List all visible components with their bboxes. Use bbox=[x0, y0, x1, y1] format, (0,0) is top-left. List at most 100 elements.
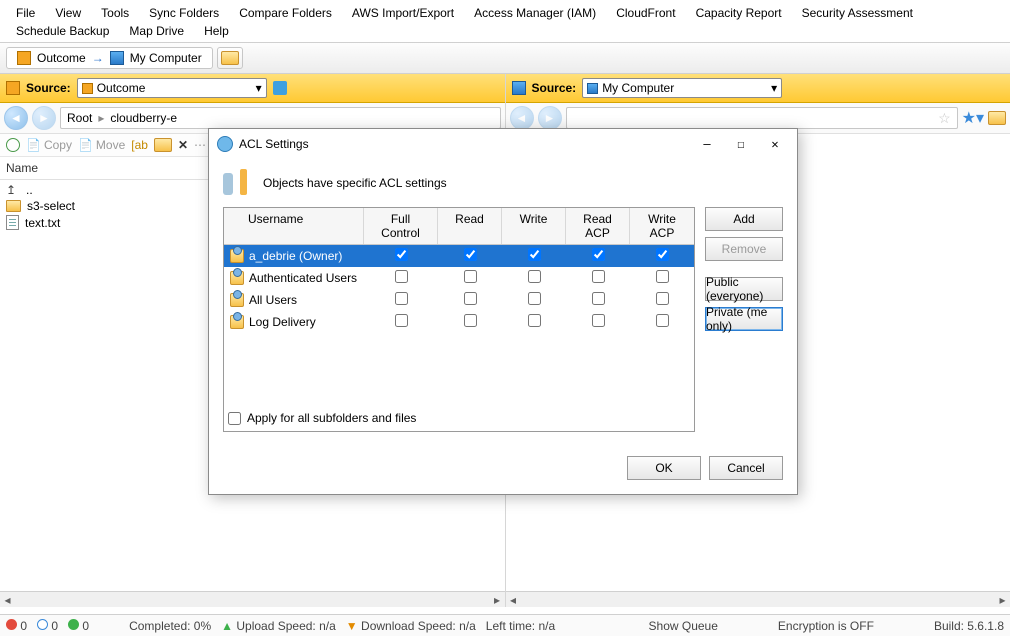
col-write[interactable]: Write bbox=[502, 208, 566, 244]
refresh-button[interactable] bbox=[6, 138, 20, 152]
menu-help[interactable]: Help bbox=[194, 22, 239, 40]
left-time: Left time: n/a bbox=[486, 619, 555, 633]
back-button[interactable]: ◄ bbox=[4, 106, 28, 130]
up-icon: ↥ bbox=[6, 183, 20, 197]
menu-schedule-backup[interactable]: Schedule Backup bbox=[6, 22, 119, 40]
up-label: .. bbox=[26, 183, 33, 197]
bucket-icon bbox=[6, 81, 20, 95]
h-scrollbar-left[interactable]: ◂▸ bbox=[0, 591, 505, 607]
menu-aws-import-export[interactable]: AWS Import/Export bbox=[342, 4, 464, 22]
forward-button[interactable]: ► bbox=[538, 106, 562, 130]
acl-row[interactable]: a_debrie (Owner) bbox=[224, 245, 694, 267]
tab-label-2: My Computer bbox=[130, 51, 202, 65]
acl-checkbox[interactable] bbox=[528, 270, 541, 283]
source-select-left[interactable]: Outcome ▾ bbox=[77, 78, 267, 98]
acl-checkbox[interactable] bbox=[656, 248, 669, 261]
acl-checkbox[interactable] bbox=[464, 248, 477, 261]
pending-count[interactable]: 0 bbox=[37, 619, 58, 633]
acl-checkbox[interactable] bbox=[592, 292, 605, 305]
acl-settings-dialog: ACL Settings ― ☐ ✕ Objects have specific… bbox=[208, 128, 798, 495]
favorite-icon[interactable]: ☆ bbox=[938, 110, 951, 127]
pc-icon bbox=[110, 51, 124, 65]
add-button[interactable]: Add bbox=[705, 207, 783, 231]
user-icon bbox=[230, 249, 244, 263]
breadcrumb-current[interactable]: cloudberry-e bbox=[110, 111, 177, 125]
remove-button[interactable]: Remove bbox=[705, 237, 783, 261]
menu-capacity-report[interactable]: Capacity Report bbox=[686, 4, 792, 22]
menu-access-manager-iam-[interactable]: Access Manager (IAM) bbox=[464, 4, 606, 22]
ok-button[interactable]: OK bbox=[627, 456, 701, 480]
menu-compare-folders[interactable]: Compare Folders bbox=[229, 4, 342, 22]
col-read-acp[interactable]: Read ACP bbox=[566, 208, 630, 244]
acl-checkbox[interactable] bbox=[395, 248, 408, 261]
acl-checkbox[interactable] bbox=[464, 292, 477, 305]
acl-checkbox[interactable] bbox=[592, 314, 605, 327]
dialog-info-text: Objects have specific ACL settings bbox=[263, 176, 447, 190]
acl-checkbox[interactable] bbox=[592, 248, 605, 261]
apply-subfolders-checkbox[interactable] bbox=[228, 412, 241, 425]
acl-row[interactable]: All Users bbox=[224, 289, 694, 311]
move-button[interactable]: 📄 Move bbox=[78, 138, 125, 152]
menu-view[interactable]: View bbox=[45, 4, 91, 22]
acl-row[interactable]: Authenticated Users bbox=[224, 267, 694, 289]
tab-outcome[interactable]: Outcome → My Computer bbox=[6, 47, 213, 69]
acl-checkbox[interactable] bbox=[656, 314, 669, 327]
col-full-control[interactable]: Full Control bbox=[364, 208, 438, 244]
lock-icon[interactable] bbox=[273, 81, 287, 95]
close-button[interactable]: ✕ bbox=[761, 135, 789, 153]
acl-checkbox[interactable] bbox=[592, 270, 605, 283]
upload-speed: ▲ Upload Speed: n/a bbox=[221, 619, 336, 633]
menu-security-assessment[interactable]: Security Assessment bbox=[792, 4, 923, 22]
user-icon bbox=[230, 293, 244, 307]
h-scrollbar-right[interactable]: ◂▸ bbox=[506, 591, 1010, 607]
open-button[interactable] bbox=[154, 138, 172, 152]
favorites-menu-icon[interactable]: ★▾ bbox=[962, 108, 984, 128]
more-button[interactable]: ⋯ bbox=[194, 138, 206, 152]
acl-checkbox[interactable] bbox=[464, 270, 477, 283]
menu-cloudfront[interactable]: CloudFront bbox=[606, 4, 685, 22]
col-write-acp[interactable]: Write ACP bbox=[630, 208, 694, 244]
menu-map-drive[interactable]: Map Drive bbox=[119, 22, 194, 40]
menu-tools[interactable]: Tools bbox=[91, 4, 139, 22]
show-queue-link[interactable]: Show Queue bbox=[649, 619, 718, 633]
breadcrumb-bar[interactable]: Root ▸ cloudberry-e bbox=[60, 107, 501, 129]
dialog-title-bar[interactable]: ACL Settings ― ☐ ✕ bbox=[209, 129, 797, 159]
minimize-button[interactable]: ― bbox=[693, 135, 721, 153]
completed-status: Completed: 0% bbox=[129, 619, 211, 633]
ok-count[interactable]: 0 bbox=[68, 619, 89, 633]
acl-checkbox[interactable] bbox=[656, 292, 669, 305]
acl-icon bbox=[217, 136, 233, 152]
breadcrumb-root[interactable]: Root bbox=[67, 111, 92, 125]
col-username[interactable]: Username bbox=[224, 208, 364, 244]
acl-checkbox[interactable] bbox=[528, 314, 541, 327]
source-value: My Computer bbox=[602, 81, 767, 95]
new-tab-button[interactable] bbox=[217, 47, 243, 69]
acl-checkbox[interactable] bbox=[528, 248, 541, 261]
acl-checkbox[interactable] bbox=[395, 292, 408, 305]
public-button[interactable]: Public (everyone) bbox=[705, 277, 783, 301]
open-folder-button[interactable] bbox=[988, 111, 1006, 125]
copy-button[interactable]: 📄 Copy bbox=[26, 138, 72, 152]
cancel-button[interactable]: Cancel bbox=[709, 456, 783, 480]
source-select-right[interactable]: My Computer ▾ bbox=[582, 78, 782, 98]
back-button[interactable]: ◄ bbox=[510, 106, 534, 130]
apply-subfolders-row[interactable]: Apply for all subfolders and files bbox=[224, 405, 694, 431]
col-read[interactable]: Read bbox=[438, 208, 502, 244]
menu-bar: FileViewToolsSync FoldersCompare Folders… bbox=[0, 0, 1010, 43]
acl-row[interactable]: Log Delivery bbox=[224, 311, 694, 333]
acl-checkbox[interactable] bbox=[395, 270, 408, 283]
forward-button[interactable]: ► bbox=[32, 106, 56, 130]
delete-button[interactable]: ✕ bbox=[178, 138, 188, 152]
private-button[interactable]: Private (me only) bbox=[705, 307, 783, 331]
menu-sync-folders[interactable]: Sync Folders bbox=[139, 4, 229, 22]
error-count[interactable]: 0 bbox=[6, 619, 27, 633]
acl-checkbox[interactable] bbox=[528, 292, 541, 305]
acl-checkbox[interactable] bbox=[464, 314, 477, 327]
acl-checkbox[interactable] bbox=[395, 314, 408, 327]
acl-checkbox[interactable] bbox=[656, 270, 669, 283]
address-bar-right[interactable]: ☆ bbox=[566, 107, 958, 129]
maximize-button[interactable]: ☐ bbox=[727, 135, 755, 153]
dialog-title: ACL Settings bbox=[239, 137, 309, 151]
rename-button[interactable]: [ab bbox=[131, 138, 148, 152]
menu-file[interactable]: File bbox=[6, 4, 45, 22]
